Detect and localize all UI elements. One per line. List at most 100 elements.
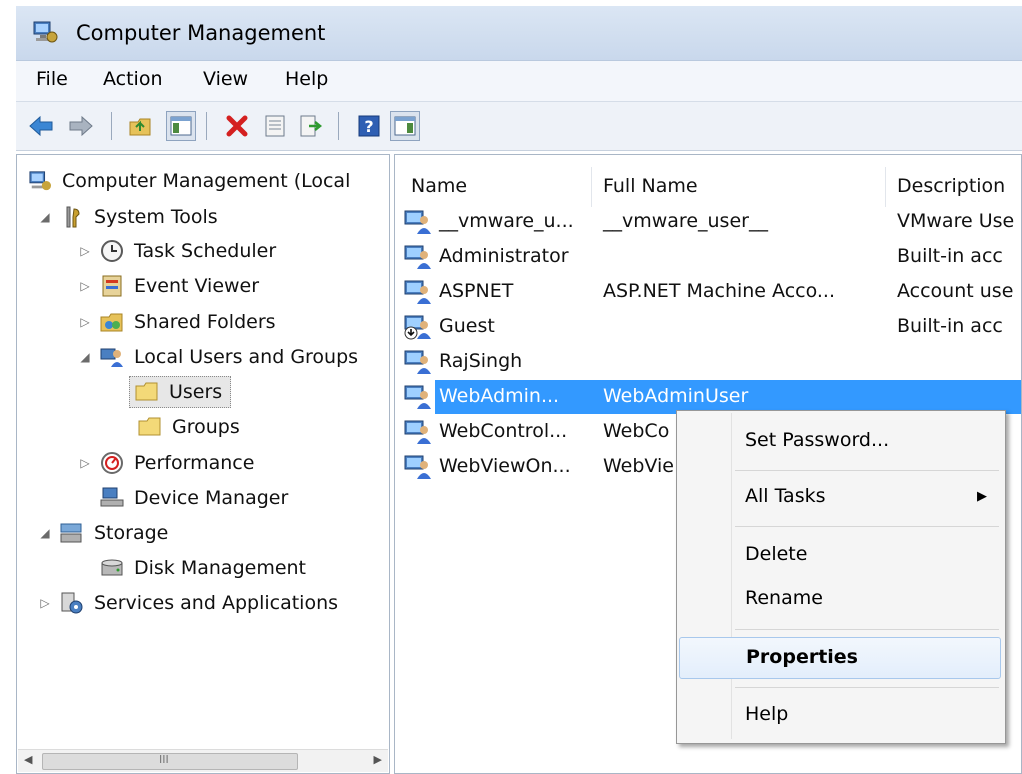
scroll-left-icon[interactable]: ◀ <box>24 753 32 766</box>
tree-horizontal-scrollbar[interactable]: ◀ III ▶ <box>18 749 388 772</box>
column-header-name[interactable]: Name <box>411 175 467 197</box>
expanded-icon[interactable]: ◢ <box>37 209 53 225</box>
properties-icon[interactable] <box>260 111 290 141</box>
cell-description: Account use <box>897 280 1014 302</box>
cell-name: ASPNET <box>439 280 514 302</box>
show-hide-action-pane-icon[interactable] <box>390 111 420 141</box>
table-row[interactable]: Administrator Built-in acc <box>395 240 1021 274</box>
export-icon[interactable] <box>296 111 326 141</box>
cell-full-name: ASP.NET Machine Acco... <box>603 280 835 302</box>
tree-item-label: Services and Applications <box>94 592 339 614</box>
context-menu: Set Password... All Tasks ▶ Delete Renam… <box>676 410 1006 744</box>
cell-full-name: WebCo <box>603 420 670 442</box>
expanded-icon[interactable]: ◢ <box>37 525 53 541</box>
table-row[interactable]: __vmware_u... __vmware_user__ VMware Use <box>395 205 1021 239</box>
cell-description: VMware Use <box>897 210 1015 232</box>
event-viewer-icon <box>99 273 125 299</box>
help-icon[interactable]: ? <box>354 111 384 141</box>
tree-item-label: Performance <box>134 452 255 474</box>
users-icon <box>99 344 125 370</box>
disabled-user-icon <box>403 314 433 340</box>
show-hide-tree-icon[interactable] <box>166 111 196 141</box>
user-icon <box>403 454 433 480</box>
user-icon <box>403 349 433 375</box>
collapsed-icon[interactable]: ▷ <box>77 278 93 294</box>
menu-item-help[interactable]: Help <box>679 695 1001 735</box>
cell-name: WebAdmin... <box>439 385 560 407</box>
menu-file[interactable]: File <box>36 68 68 90</box>
user-icon <box>403 279 433 305</box>
submenu-arrow-icon: ▶ <box>977 489 987 504</box>
collapsed-icon[interactable]: ▷ <box>77 243 93 259</box>
table-row[interactable]: WebAdmin... WebAdminUser <box>395 380 1021 414</box>
cell-description: Built-in acc <box>897 315 1003 337</box>
cell-name: WebViewOn... <box>439 455 571 477</box>
menu-help[interactable]: Help <box>285 68 328 90</box>
delete-icon[interactable] <box>222 111 252 141</box>
cell-full-name: WebAdminUser <box>603 385 749 407</box>
tree-item-local-users-and-groups[interactable]: ◢ Local Users and Groups <box>77 341 358 373</box>
shared-folders-icon <box>99 309 125 335</box>
tree-item-label: Device Manager <box>134 487 289 509</box>
cell-full-name: WebVie <box>603 455 674 477</box>
tree-item-label: Shared Folders <box>134 311 276 333</box>
computer-management-icon <box>27 168 53 194</box>
tree-item-task-scheduler[interactable]: ▷ Task Scheduler <box>77 235 276 267</box>
menu-item-rename[interactable]: Rename <box>679 579 1001 619</box>
computer-management-icon <box>33 21 58 43</box>
cell-name: WebControl... <box>439 420 568 442</box>
tree-item-services-and-applications[interactable]: ▷ Services and Applications <box>37 587 338 619</box>
title-bar: Computer Management <box>16 6 1022 61</box>
scrollbar-thumb[interactable]: III <box>42 753 298 770</box>
scroll-right-icon[interactable]: ▶ <box>374 753 382 766</box>
table-row[interactable]: ASPNET ASP.NET Machine Acco... Account use <box>395 275 1021 309</box>
user-icon <box>403 384 433 410</box>
user-icon <box>403 419 433 445</box>
svg-text:?: ? <box>364 117 373 136</box>
menu-item-set-password[interactable]: Set Password... <box>679 421 1001 461</box>
collapsed-icon[interactable]: ▷ <box>77 314 93 330</box>
disk-icon <box>99 555 125 581</box>
menu-view[interactable]: View <box>203 68 248 90</box>
tree-item-event-viewer[interactable]: ▷ Event Viewer <box>77 270 259 302</box>
menu-action[interactable]: Action <box>103 68 163 90</box>
tree-item-computer-management[interactable]: Computer Management (Local <box>27 165 350 197</box>
table-row[interactable]: RajSingh <box>395 345 1021 379</box>
device-manager-icon <box>99 485 125 511</box>
folder-icon <box>137 414 163 440</box>
tree-item-label: Task Scheduler <box>134 240 277 262</box>
menu-item-delete[interactable]: Delete <box>679 535 1001 575</box>
menu-item-properties[interactable]: Properties <box>679 637 1001 679</box>
expanded-icon[interactable]: ◢ <box>77 349 93 365</box>
tree-item-users[interactable]: Users <box>129 376 232 408</box>
table-row[interactable]: Guest Built-in acc <box>395 310 1021 344</box>
tree-item-disk-management[interactable]: Disk Management <box>99 552 306 584</box>
tree-item-label: Computer Management (Local <box>62 170 351 192</box>
tree-item-label: Groups <box>172 416 240 438</box>
back-icon[interactable] <box>26 111 56 141</box>
performance-icon <box>99 450 125 476</box>
menu-bar: File Action View Help <box>16 61 1022 102</box>
collapsed-icon[interactable]: ▷ <box>77 455 93 471</box>
column-header-full-name[interactable]: Full Name <box>603 175 698 197</box>
clock-icon <box>99 238 125 264</box>
tree-item-groups[interactable]: Groups <box>137 411 240 443</box>
storage-icon <box>59 520 85 546</box>
tree-item-storage[interactable]: ◢ Storage <box>37 517 168 549</box>
services-icon <box>59 590 85 616</box>
navigation-tree[interactable]: Computer Management (Local ◢ System Tool… <box>16 154 390 774</box>
tree-item-system-tools[interactable]: ◢ System Tools <box>37 201 217 233</box>
tree-item-label: Disk Management <box>134 557 307 579</box>
tree-item-shared-folders[interactable]: ▷ Shared Folders <box>77 306 276 338</box>
cell-name: __vmware_u... <box>439 210 574 232</box>
tree-item-device-manager[interactable]: Device Manager <box>99 482 288 514</box>
folder-icon <box>134 379 160 405</box>
menu-item-all-tasks[interactable]: All Tasks ▶ <box>679 477 1001 517</box>
forward-icon[interactable] <box>66 111 96 141</box>
window-title: Computer Management <box>76 21 326 45</box>
tree-item-performance[interactable]: ▷ Performance <box>77 447 254 479</box>
cell-name: Guest <box>439 315 495 337</box>
up-folder-icon[interactable] <box>126 111 156 141</box>
collapsed-icon[interactable]: ▷ <box>37 595 53 611</box>
column-header-description[interactable]: Description <box>897 175 1005 197</box>
